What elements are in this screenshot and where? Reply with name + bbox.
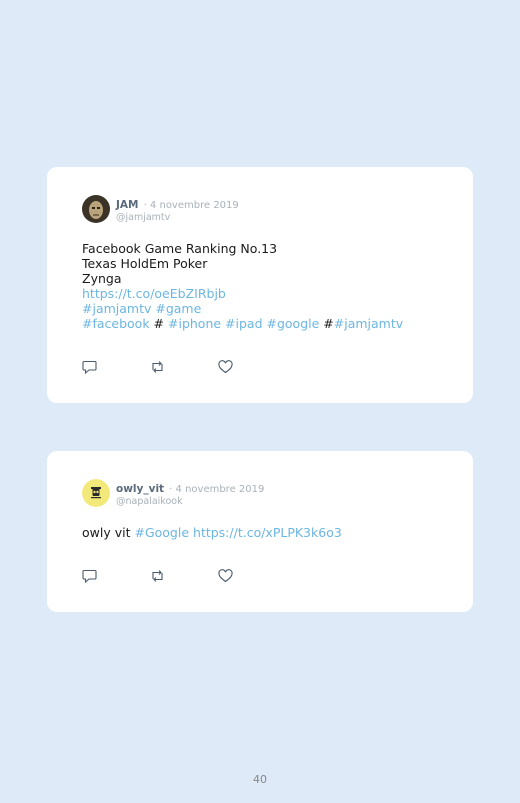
tweet-header: JAM · 4 novembre 2019 @jamjamtv bbox=[82, 195, 239, 224]
hashtag-link[interactable]: #Google bbox=[134, 525, 189, 540]
tweet-line: Texas HoldEm Poker bbox=[82, 256, 403, 271]
tweet-date[interactable]: · 4 novembre 2019 bbox=[144, 200, 239, 211]
hashtag-link[interactable]: #facebook bbox=[82, 316, 150, 331]
tweet-text: # bbox=[149, 316, 168, 331]
hashtag-link[interactable]: #jamjamtv bbox=[334, 316, 403, 331]
tweet-line: Facebook Game Ranking No.13 bbox=[82, 241, 403, 256]
tweet-text: # bbox=[319, 316, 334, 331]
tweet-meta: owly_vit · 4 novembre 2019 @napalaikook bbox=[116, 481, 264, 508]
tweet-card: owly_vit · 4 novembre 2019 @napalaikook … bbox=[47, 451, 473, 612]
tweet-text: Zynga bbox=[82, 271, 122, 286]
tweet-url-link[interactable]: https://t.co/xPLPK3k6o3 bbox=[193, 525, 342, 540]
tweet-actions bbox=[82, 568, 286, 584]
avatar[interactable] bbox=[82, 479, 110, 507]
like-icon[interactable] bbox=[218, 359, 233, 374]
hashtag-link[interactable]: #iphone #ipad #google bbox=[168, 316, 319, 331]
tweet-line: Zynga bbox=[82, 271, 403, 286]
retweet-icon[interactable] bbox=[150, 568, 165, 582]
tweet-header: owly_vit · 4 novembre 2019 @napalaikook bbox=[82, 479, 264, 508]
tweet-line: https://t.co/oeEbZIRbjb bbox=[82, 286, 403, 301]
reply-icon[interactable] bbox=[82, 359, 97, 375]
tweet-body: Facebook Game Ranking No.13 Texas HoldEm… bbox=[82, 241, 403, 331]
avatar[interactable] bbox=[82, 195, 110, 223]
tweet-url-link[interactable]: https://t.co/oeEbZIRbjb bbox=[82, 286, 226, 301]
tweet-meta: JAM · 4 novembre 2019 @jamjamtv bbox=[116, 197, 239, 224]
like-icon[interactable] bbox=[218, 568, 233, 583]
retweet-icon[interactable] bbox=[150, 359, 165, 373]
hashtag-link[interactable]: #jamjamtv #game bbox=[82, 301, 201, 316]
author-handle[interactable]: @napalaikook bbox=[116, 496, 264, 508]
tweet-line: #jamjamtv #game bbox=[82, 301, 403, 316]
author-name[interactable]: JAM bbox=[116, 199, 138, 211]
tweet-date[interactable]: · 4 novembre 2019 bbox=[169, 484, 264, 495]
tweet-actions bbox=[82, 359, 286, 375]
tweet-text: owly vit bbox=[82, 525, 135, 540]
author-name[interactable]: owly_vit bbox=[116, 483, 164, 495]
tweet-body: owly vit #Google https://t.co/xPLPK3k6o3 bbox=[82, 525, 342, 540]
tweet-card: JAM · 4 novembre 2019 @jamjamtv Facebook… bbox=[47, 167, 473, 403]
page-number: 40 bbox=[253, 773, 267, 786]
tweet-text: Texas HoldEm Poker bbox=[82, 256, 208, 271]
author-handle[interactable]: @jamjamtv bbox=[116, 212, 239, 224]
tweet-line: #facebook # #iphone #ipad #google ##jamj… bbox=[82, 316, 403, 331]
reply-icon[interactable] bbox=[82, 568, 97, 584]
tweet-line: owly vit #Google https://t.co/xPLPK3k6o3 bbox=[82, 525, 342, 540]
tweet-text: Facebook Game Ranking No.13 bbox=[82, 241, 278, 256]
